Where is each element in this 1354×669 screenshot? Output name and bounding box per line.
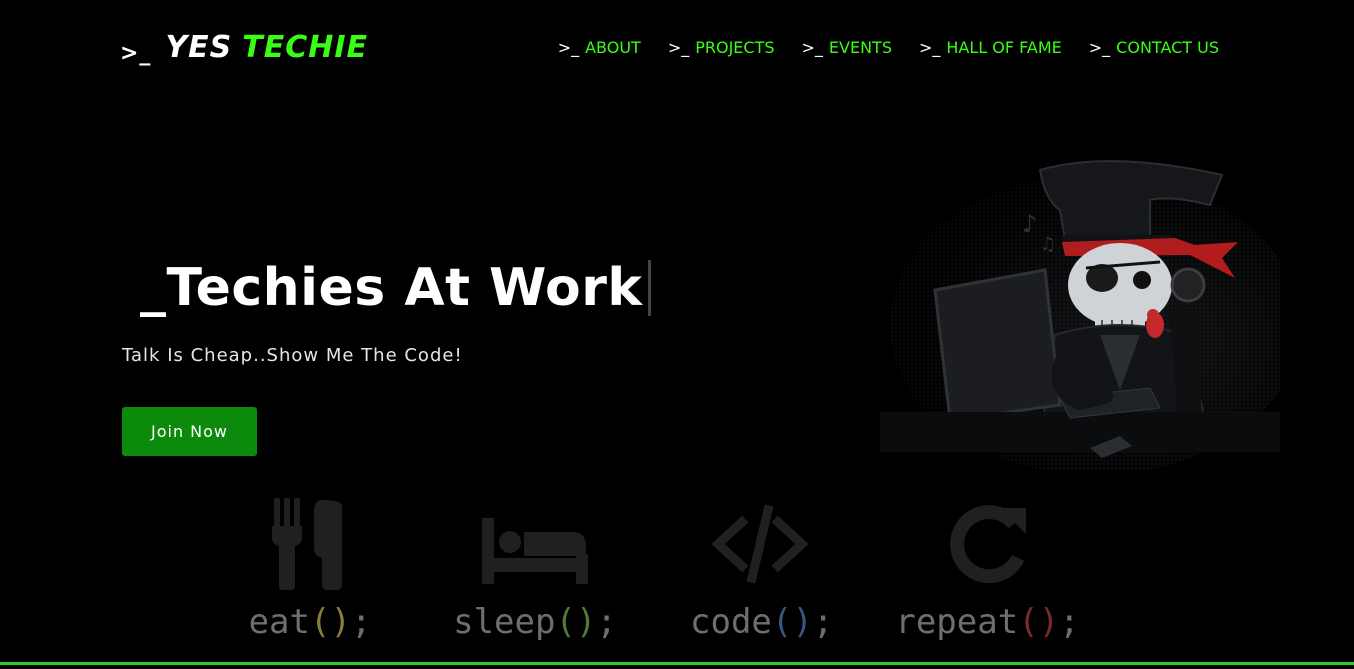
motto-parens: () <box>1018 602 1060 642</box>
svg-text:♫: ♫ <box>1040 234 1056 255</box>
landing-page: >_ YES TECHIE >_ ABOUT >_ PROJECTS >_ EVENT… <box>0 0 1354 669</box>
motto-repeat: repeat(); <box>895 498 1080 642</box>
motto-parens: () <box>771 602 813 642</box>
site-logo[interactable]: >_ YES TECHIE <box>120 30 369 66</box>
motto-label: eat(); <box>248 602 372 642</box>
hero-title: _Techies At Work <box>140 258 652 318</box>
code-brackets-icon <box>711 504 809 584</box>
logo-word-techie: TECHIE <box>242 30 369 65</box>
motto-sleep: sleep(); <box>450 498 620 642</box>
nav-events[interactable]: >_ EVENTS <box>802 38 892 57</box>
nav-prompt: >_ <box>1088 38 1111 57</box>
logo-word-yes: YES <box>165 30 233 65</box>
typing-cursor <box>648 260 652 316</box>
nav-prompt: >_ <box>557 38 580 57</box>
nav-label: EVENTS <box>828 38 892 57</box>
svg-text:♪: ♪ <box>1022 210 1037 238</box>
nav-prompt: >_ <box>918 38 941 57</box>
pirate-hacker-illustration: ♪ ♫ <box>880 160 1280 470</box>
join-now-button[interactable]: Join Now <box>122 407 257 456</box>
nav-contact-us[interactable]: >_ CONTACT US <box>1089 38 1219 57</box>
redo-arrow-icon <box>949 505 1026 584</box>
nav-prompt: >_ <box>801 38 823 57</box>
motto-label: code(); <box>690 602 834 642</box>
motto-label: sleep(); <box>453 602 617 642</box>
motto-row: eat(); sleep(); code(); repeat(); <box>0 490 1354 660</box>
motto-word: eat <box>248 602 310 642</box>
fork-knife-icon <box>272 498 342 590</box>
hero-title-text: _Techies At Work <box>140 258 643 318</box>
nav-about[interactable]: >_ ABOUT <box>558 38 641 57</box>
motto-word: code <box>690 602 772 642</box>
nav-label: CONTACT US <box>1116 38 1219 57</box>
motto-code: code(); <box>690 498 834 642</box>
nav-label: HALL OF FAME <box>946 38 1062 57</box>
logo-prompt: >_ <box>120 41 152 66</box>
motto-eat: eat(); <box>240 498 380 642</box>
nav-prompt: >_ <box>667 38 690 57</box>
motto-word: sleep <box>453 602 556 642</box>
main-nav: >_ ABOUT >_ PROJECTS >_ EVENTS >_ HALL OF FA… <box>558 38 1219 57</box>
nav-label: ABOUT <box>585 38 641 57</box>
nav-hall-of-fame[interactable]: >_ HALL OF FAME <box>919 38 1062 57</box>
bed-icon <box>482 518 588 584</box>
motto-parens: () <box>555 602 597 642</box>
nav-label: PROJECTS <box>695 38 775 57</box>
nav-projects[interactable]: >_ PROJECTS <box>668 38 775 57</box>
motto-word: repeat <box>895 602 1019 642</box>
motto-label: repeat(); <box>895 602 1080 642</box>
section-divider <box>0 662 1354 665</box>
hero-subtitle: Talk Is Cheap..Show Me The Code! <box>122 345 463 366</box>
motto-parens: () <box>309 602 351 642</box>
